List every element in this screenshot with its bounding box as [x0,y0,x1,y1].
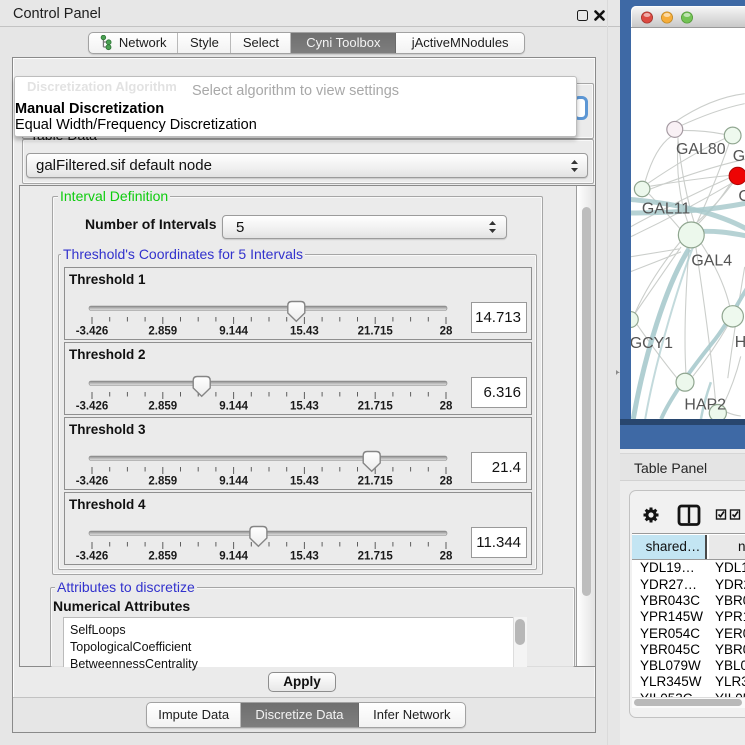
svg-text:28: 28 [440,326,453,338]
svg-text:28: 28 [440,476,453,488]
svg-text:21.715: 21.715 [358,551,394,563]
svg-text:HAP2: HAP2 [684,397,726,414]
svg-text:21.715: 21.715 [358,476,394,488]
svg-text:C: C [738,188,745,205]
svg-text:2.859: 2.859 [148,551,177,563]
svg-text:15.43: 15.43 [290,476,319,488]
svg-text:2.859: 2.859 [148,476,177,488]
svg-text:2.859: 2.859 [148,326,177,338]
svg-text:21.715: 21.715 [358,401,394,413]
svg-text:15.43: 15.43 [290,401,319,413]
svg-text:9.144: 9.144 [219,551,248,563]
svg-text:H: H [735,334,745,351]
svg-text:9.144: 9.144 [219,476,248,488]
svg-text:-3.426: -3.426 [76,551,109,563]
svg-text:GAL11: GAL11 [642,201,690,218]
svg-text:-3.426: -3.426 [76,326,109,338]
svg-text:9.144: 9.144 [219,326,248,338]
svg-text:15.43: 15.43 [290,326,319,338]
svg-text:GAL80: GAL80 [676,141,726,158]
svg-text:GAL4: GAL4 [691,252,732,269]
svg-text:-3.426: -3.426 [76,476,109,488]
svg-text:15.43: 15.43 [290,551,319,563]
svg-text:21.715: 21.715 [358,326,394,338]
svg-text:-3.426: -3.426 [76,401,109,413]
svg-text:GA: GA [733,148,745,165]
svg-text:28: 28 [440,551,453,563]
svg-text:GCY1: GCY1 [631,335,673,352]
svg-text:2.859: 2.859 [148,401,177,413]
svg-text:28: 28 [440,401,453,413]
svg-text:9.144: 9.144 [219,401,248,413]
